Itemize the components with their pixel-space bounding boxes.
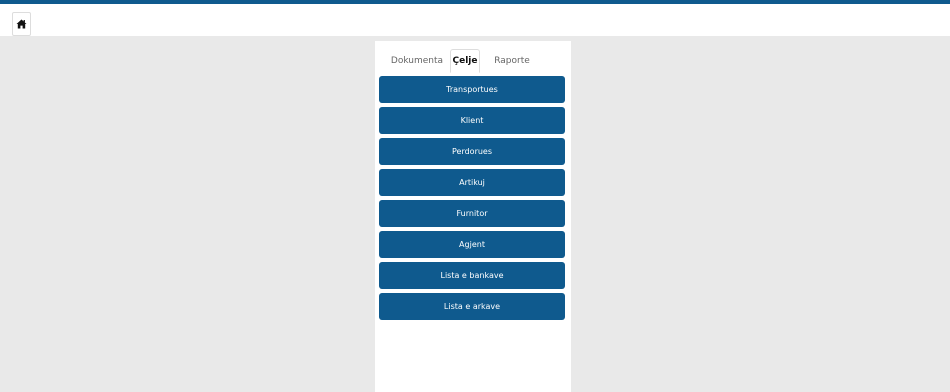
transportues-button[interactable]: Transportues bbox=[379, 76, 565, 103]
lista-e-bankave-button[interactable]: Lista e bankave bbox=[379, 262, 565, 289]
tab-dokumenta[interactable]: Dokumenta bbox=[385, 49, 449, 73]
tab-raporte[interactable]: Raporte bbox=[489, 49, 535, 73]
home-button[interactable] bbox=[12, 12, 31, 36]
perdorues-button[interactable]: Perdorues bbox=[379, 138, 565, 165]
lista-e-arkave-button[interactable]: Lista e arkave bbox=[379, 293, 565, 320]
artikuj-button[interactable]: Artikuj bbox=[379, 169, 565, 196]
top-toolbar bbox=[0, 4, 950, 36]
tab-bar: Dokumenta Çelje Raporte bbox=[375, 49, 571, 73]
klient-button[interactable]: Klient bbox=[379, 107, 565, 134]
agjent-button[interactable]: Agjent bbox=[379, 231, 565, 258]
menu-panel: Dokumenta Çelje Raporte Transportues Kli… bbox=[375, 41, 571, 392]
home-icon bbox=[16, 19, 27, 29]
furnitor-button[interactable]: Furnitor bbox=[379, 200, 565, 227]
tab-celje[interactable]: Çelje bbox=[450, 49, 480, 73]
